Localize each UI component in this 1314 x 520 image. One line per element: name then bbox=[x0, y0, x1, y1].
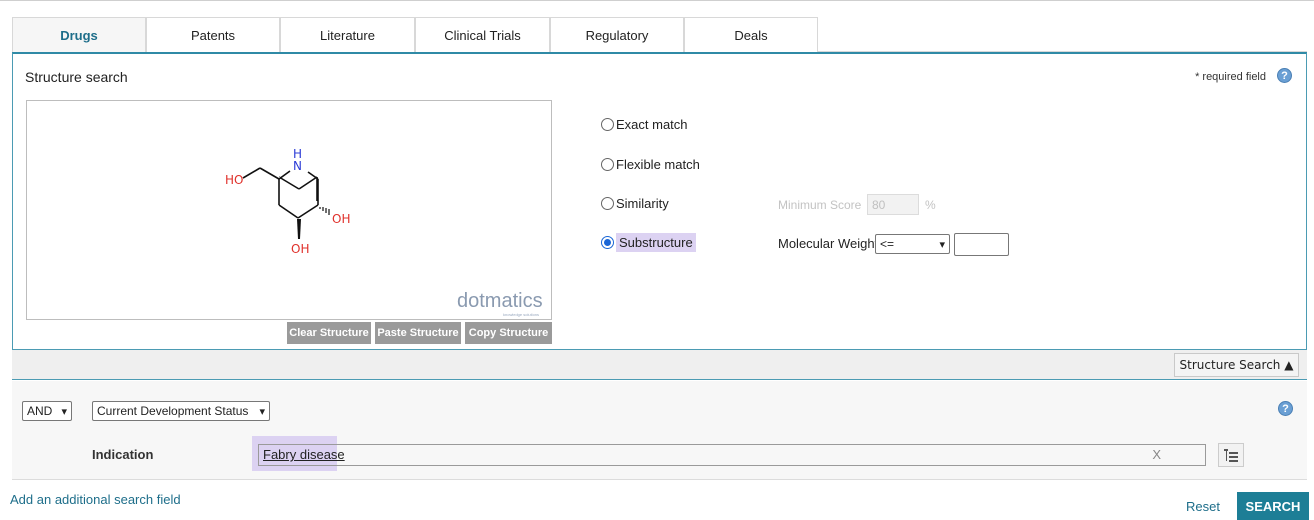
nitrogen-label: N bbox=[293, 159, 302, 173]
substructure-radio[interactable] bbox=[601, 236, 614, 249]
nitrogen-h-label: H bbox=[293, 147, 302, 161]
exact-match-option[interactable]: Exact match bbox=[601, 117, 688, 132]
search-button[interactable]: SEARCH bbox=[1237, 492, 1309, 520]
oh-bottom-label: OH bbox=[291, 242, 309, 256]
copy-structure-button[interactable]: Copy Structure bbox=[465, 322, 552, 344]
exact-match-radio[interactable] bbox=[601, 118, 614, 131]
paste-structure-button[interactable]: Paste Structure bbox=[375, 322, 461, 344]
question-icon[interactable]: ? bbox=[1278, 401, 1293, 416]
chevron-down-icon: ▾ bbox=[939, 238, 945, 251]
flexible-match-label: Flexible match bbox=[616, 157, 700, 172]
mw-operator-value: <= bbox=[880, 237, 895, 251]
clear-structure-button[interactable]: Clear Structure bbox=[287, 322, 371, 344]
tab-literature[interactable]: Literature bbox=[280, 17, 415, 52]
dotmatics-tagline: knowledge solutions bbox=[503, 312, 539, 317]
tab-patents[interactable]: Patents bbox=[146, 17, 280, 52]
tree-browse-button[interactable] bbox=[1218, 443, 1244, 467]
structure-editor-canvas[interactable]: N H HO OH OH dotmatics knowledge solutio… bbox=[26, 100, 552, 320]
tab-drugs[interactable]: Drugs bbox=[12, 17, 146, 52]
tab-clinical-trials[interactable]: Clinical Trials bbox=[415, 17, 550, 52]
substructure-option[interactable]: Substructure bbox=[601, 233, 696, 252]
clear-input-icon[interactable]: X bbox=[1152, 447, 1161, 462]
molecule-drawing: N H HO OH OH dotmatics knowledge solutio… bbox=[225, 147, 543, 317]
field-select[interactable]: Current Development Status ▾ bbox=[92, 401, 270, 421]
chevron-down-icon: ▾ bbox=[61, 405, 67, 418]
chevron-down-icon: ▾ bbox=[259, 405, 265, 418]
required-field-note: * required field bbox=[1195, 71, 1266, 83]
add-search-field-link[interactable]: Add an additional search field bbox=[10, 492, 181, 507]
dotmatics-logo: dotmatics bbox=[457, 290, 543, 312]
structure-search-toggle-button[interactable]: Structure Search ▲ bbox=[1174, 353, 1299, 377]
ho-label: HO bbox=[225, 173, 243, 187]
structure-toggle-bar: Structure Search ▲ bbox=[12, 350, 1307, 380]
tab-deals[interactable]: Deals bbox=[684, 17, 818, 52]
oh-right-label: OH bbox=[332, 212, 350, 226]
substructure-label: Substructure bbox=[616, 233, 696, 252]
similarity-label: Similarity bbox=[616, 196, 669, 211]
indication-label: Indication bbox=[92, 447, 154, 462]
molecular-weight-operator-select[interactable]: <= ▾ bbox=[875, 234, 950, 254]
query-builder: AND ▾ Current Development Status ▾ ? Ind… bbox=[12, 381, 1307, 480]
min-score-label: Minimum Score bbox=[778, 198, 862, 212]
similarity-option[interactable]: Similarity bbox=[601, 196, 669, 211]
reset-link[interactable]: Reset bbox=[1186, 499, 1220, 514]
structure-search-panel: Structure search * required field ? N H … bbox=[12, 52, 1307, 350]
min-score-input[interactable]: 80 bbox=[867, 194, 919, 215]
top-border bbox=[0, 0, 1314, 1]
boolean-operator-select[interactable]: AND ▾ bbox=[22, 401, 72, 421]
operator-value: AND bbox=[27, 404, 53, 418]
panel-title: Structure search bbox=[25, 69, 128, 85]
similarity-radio[interactable] bbox=[601, 197, 614, 210]
molecular-weight-input[interactable] bbox=[954, 233, 1009, 256]
indication-input[interactable]: Fabry disease X bbox=[258, 444, 1206, 466]
question-icon[interactable]: ? bbox=[1277, 68, 1292, 83]
tree-list-icon bbox=[1224, 449, 1238, 462]
required-field-text: * required field bbox=[1195, 71, 1266, 83]
indication-value: Fabry disease bbox=[263, 447, 345, 462]
molecular-weight-label: Molecular Weight bbox=[778, 236, 879, 251]
tab-regulatory[interactable]: Regulatory bbox=[550, 17, 684, 52]
field-value: Current Development Status bbox=[97, 404, 249, 418]
exact-match-label: Exact match bbox=[616, 117, 688, 132]
percent-label: % bbox=[925, 198, 936, 212]
flexible-match-radio[interactable] bbox=[601, 158, 614, 171]
flexible-match-option[interactable]: Flexible match bbox=[601, 157, 700, 172]
